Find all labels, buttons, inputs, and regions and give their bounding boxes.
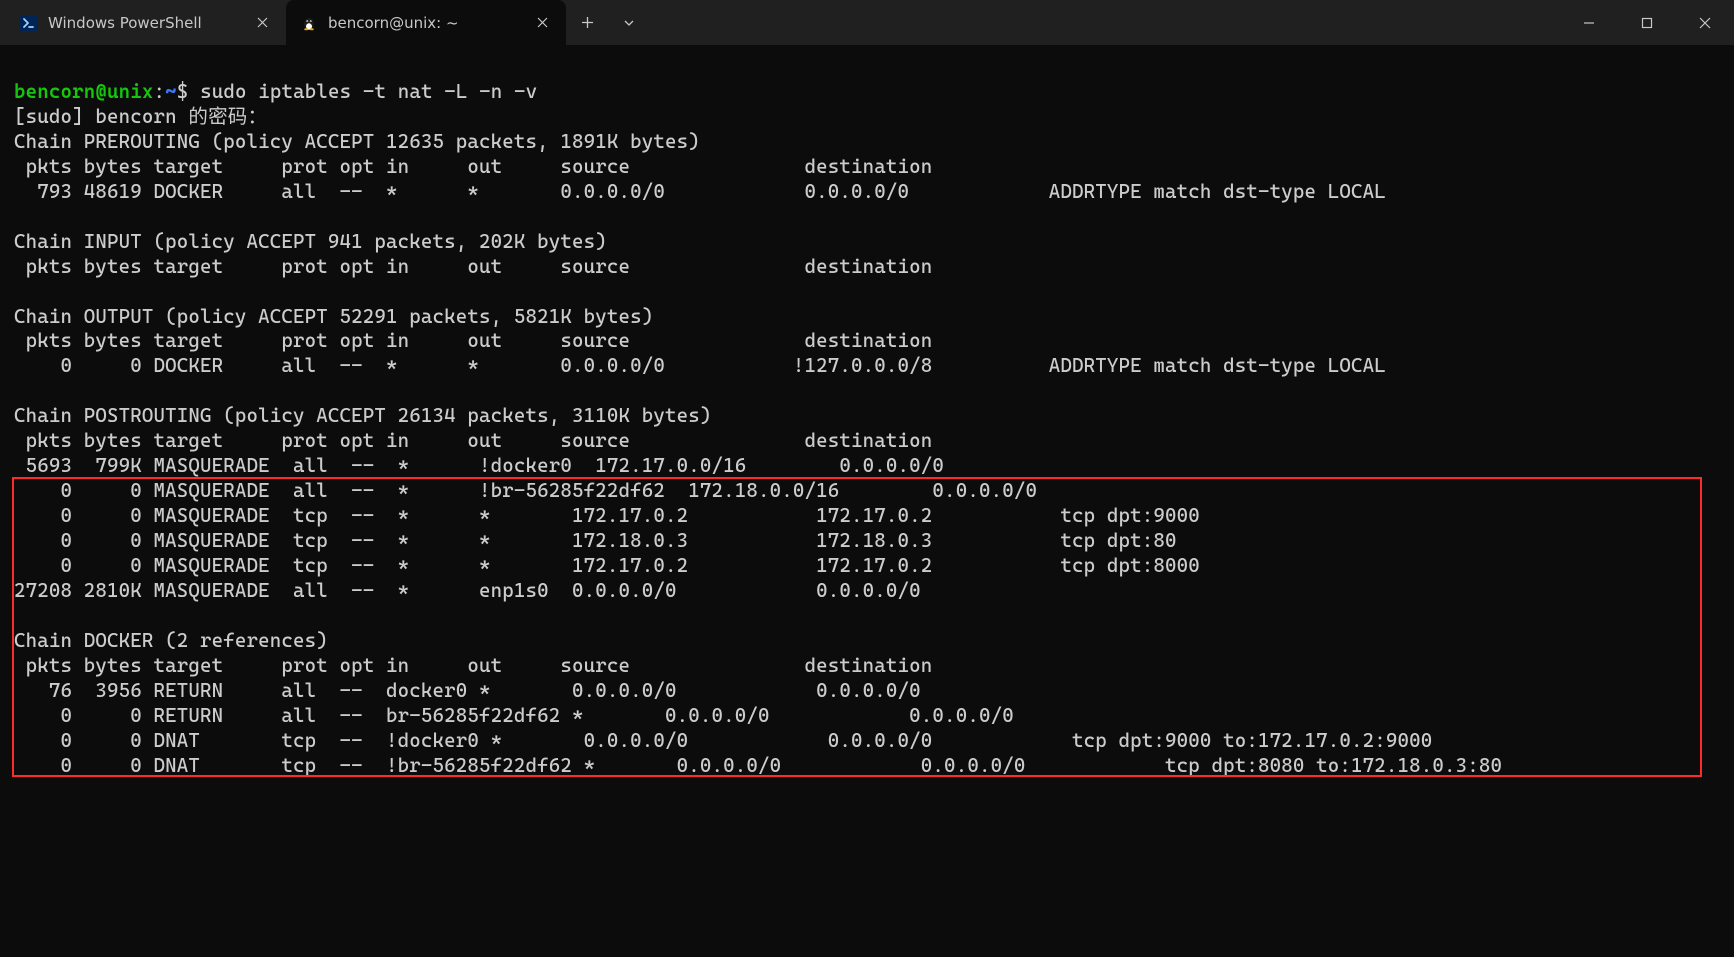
tab-bencorn-unix[interactable]: bencorn@unix: ~ [286, 0, 566, 45]
table-row: 0 0 MASQUERADE tcp -- * * 172.17.0.2 172… [14, 504, 1200, 527]
table-row: 793 48619 DOCKER all -- * * 0.0.0.0/0 0.… [14, 180, 1386, 203]
close-icon [257, 17, 268, 28]
close-icon [537, 17, 548, 28]
plus-icon [581, 16, 594, 29]
maximize-button[interactable] [1618, 0, 1676, 45]
table-row: 27208 2810K MASQUERADE all -- * enp1s0 0… [14, 579, 921, 602]
close-tab-button[interactable] [532, 13, 552, 33]
titlebar-drag-area[interactable] [650, 0, 1560, 45]
tux-icon [300, 14, 318, 32]
table-header: pkts bytes target prot opt in out source… [14, 329, 932, 352]
table-row: 0 0 DOCKER all -- * * 0.0.0.0/0 !127.0.0… [14, 354, 1386, 377]
terminal-output[interactable]: bencorn@unix:~$ sudo iptables -t nat -L … [0, 45, 1734, 812]
table-row: 76 3956 RETURN all -- docker0 * 0.0.0.0/… [14, 679, 921, 702]
tabs: Windows PowerShell bencorn@unix: ~ [0, 0, 566, 45]
titlebar: Windows PowerShell bencorn@unix: ~ [0, 0, 1734, 45]
chain-output-title: Chain OUTPUT (policy ACCEPT 52291 packet… [14, 305, 653, 328]
minimize-button[interactable] [1560, 0, 1618, 45]
close-tab-button[interactable] [252, 13, 272, 33]
close-window-button[interactable] [1676, 0, 1734, 45]
close-icon [1699, 17, 1711, 29]
tab-actions [566, 0, 650, 45]
maximize-icon [1641, 17, 1653, 29]
table-row: 5693 799K MASQUERADE all -- * !docker0 1… [14, 454, 944, 477]
table-header: pkts bytes target prot opt in out source… [14, 654, 932, 677]
table-row: 0 0 RETURN all -- br-56285f22df62 * 0.0.… [14, 704, 1014, 727]
chevron-down-icon [623, 17, 635, 29]
table-header: pkts bytes target prot opt in out source… [14, 429, 932, 452]
tab-title: Windows PowerShell [48, 14, 242, 32]
tab-dropdown-button[interactable] [608, 0, 650, 45]
prompt-dollar: $ [177, 80, 189, 103]
chain-input-title: Chain INPUT (policy ACCEPT 941 packets, … [14, 230, 607, 253]
table-header: pkts bytes target prot opt in out source… [14, 255, 932, 278]
tab-powershell[interactable]: Windows PowerShell [6, 0, 286, 45]
new-tab-button[interactable] [566, 0, 608, 45]
table-row: 0 0 MASQUERADE tcp -- * * 172.18.0.3 172… [14, 529, 1177, 552]
prompt-colon: : [154, 80, 166, 103]
minimize-icon [1583, 17, 1595, 29]
table-header: pkts bytes target prot opt in out source… [14, 155, 932, 178]
table-row: 0 0 MASQUERADE all -- * !br-56285f22df62… [14, 479, 1037, 502]
prompt-cwd: ~ [165, 80, 177, 103]
table-row: 0 0 DNAT tcp -- !br-56285f22df62 * 0.0.0… [14, 754, 1502, 777]
powershell-icon [20, 14, 38, 32]
window-controls [1560, 0, 1734, 45]
sudo-prompt: [sudo] bencorn 的密码： [14, 105, 267, 128]
chain-docker-title: Chain DOCKER (2 references) [14, 629, 328, 652]
table-row: 0 0 MASQUERADE tcp -- * * 172.17.0.2 172… [14, 554, 1200, 577]
command-text: sudo iptables -t nat -L -n -v [200, 80, 537, 103]
prompt-user-host: bencorn@unix [14, 80, 154, 103]
chain-postrouting-title: Chain POSTROUTING (policy ACCEPT 26134 p… [14, 404, 712, 427]
tab-title: bencorn@unix: ~ [328, 14, 522, 32]
table-row: 0 0 DNAT tcp -- !docker0 * 0.0.0.0/0 0.0… [14, 729, 1432, 752]
chain-prerouting-title: Chain PREROUTING (policy ACCEPT 12635 pa… [14, 130, 700, 153]
